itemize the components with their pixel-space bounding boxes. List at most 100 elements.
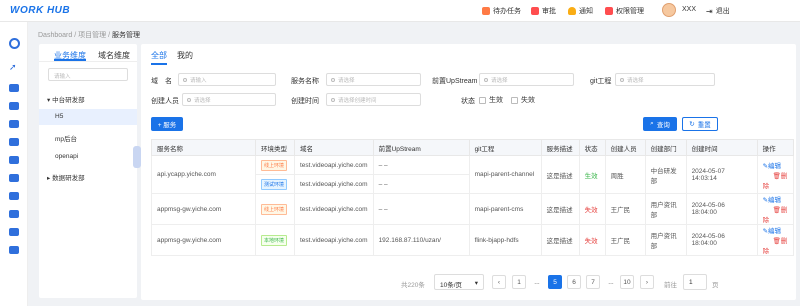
- avatar[interactable]: [662, 3, 676, 17]
- page-button[interactable]: 10: [620, 275, 634, 289]
- todo-icon: [482, 7, 490, 15]
- menu-icon-8[interactable]: [9, 210, 19, 218]
- time-picker[interactable]: 请选择创建时间: [326, 93, 421, 106]
- menu-icon-3[interactable]: [9, 120, 19, 128]
- menu-icon-9[interactable]: [9, 228, 19, 236]
- user-name[interactable]: XXX: [682, 6, 696, 13]
- tab-mine[interactable]: 我的: [177, 50, 193, 65]
- search-icon: [183, 77, 187, 82]
- tree-node-label: H5: [55, 113, 64, 120]
- cell-name: appmsg-gw.yiche.com: [151, 224, 256, 256]
- git-placeholder: 请选择: [627, 77, 644, 84]
- tree-search-input[interactable]: 请输入: [48, 68, 128, 81]
- tree-tabs: 业务维度 域名维度: [39, 44, 137, 62]
- upstream-label: 前置UpStream: [432, 78, 478, 85]
- rocket-icon[interactable]: ➚: [9, 62, 21, 72]
- delete-button[interactable]: 🗑删除: [763, 173, 788, 190]
- edit-button[interactable]: ✎编辑: [763, 228, 781, 235]
- page-button[interactable]: 1: [512, 275, 526, 289]
- env-tag: 线上环境: [261, 159, 288, 171]
- tree-node-center[interactable]: ▾ 中台研发部: [47, 94, 85, 104]
- cell-upstream: – –: [372, 155, 470, 175]
- cell-creator: 周胜: [604, 155, 646, 194]
- menu-icon-4[interactable]: [9, 138, 19, 146]
- collapse-handle[interactable]: [133, 146, 141, 168]
- page-ellipsis[interactable]: ...: [604, 275, 618, 289]
- upstream-select[interactable]: 请选择: [479, 73, 574, 86]
- main-tabs: 全部 我的: [151, 50, 193, 65]
- delete-button[interactable]: 🗑删除: [763, 238, 788, 255]
- delete-button[interactable]: 🗑删除: [763, 207, 788, 224]
- logout-button[interactable]: ⇥ 退出: [706, 6, 730, 16]
- cell-name: api.ycapp.yiche.com: [151, 155, 256, 194]
- query-button[interactable]: ⌕ 查询: [643, 117, 677, 131]
- status-ok-checkbox[interactable]: 生效: [479, 95, 503, 105]
- page-button[interactable]: 6: [567, 275, 581, 289]
- nav-approval[interactable]: 审批: [531, 6, 556, 16]
- edit-button[interactable]: ✎编辑: [763, 197, 781, 204]
- side-rail: ➚: [0, 22, 28, 306]
- tree-node-data[interactable]: ▸ 数据研发部: [47, 172, 85, 182]
- creator-select[interactable]: 请选择: [182, 93, 276, 106]
- domain-input[interactable]: 请输入: [178, 73, 276, 86]
- menu-icon-1[interactable]: [9, 84, 19, 92]
- status-bad-checkbox[interactable]: 失效: [511, 95, 535, 105]
- tab-business[interactable]: 业务维度: [54, 50, 86, 61]
- settings-icon[interactable]: [9, 38, 20, 49]
- nav-notice[interactable]: 通知: [568, 6, 593, 16]
- cell-env: 线上环境: [255, 155, 295, 175]
- reset-button[interactable]: ↻ 重置: [682, 117, 718, 131]
- th-git: git工程: [468, 139, 542, 156]
- cell-creator: 王广民: [604, 224, 646, 256]
- service-placeholder: 请选择: [338, 77, 355, 84]
- nav-todo[interactable]: 待办任务: [482, 6, 521, 16]
- cell-domain: test.videoapi.yiche.com: [294, 224, 374, 256]
- add-service-button[interactable]: + 服务: [151, 117, 183, 131]
- menu-icon-7[interactable]: [9, 192, 19, 200]
- git-select[interactable]: 请选择: [615, 73, 715, 86]
- th-time: 创建时间: [685, 139, 758, 156]
- breadcrumb-current: 服务管理: [111, 32, 140, 39]
- nav-permission[interactable]: 权限管理: [605, 6, 644, 16]
- menu-icon-2[interactable]: [9, 102, 19, 110]
- page-size-select[interactable]: 10条/页 ▾: [434, 274, 484, 290]
- tree-node-openapi[interactable]: openapi: [55, 153, 78, 160]
- goto-input[interactable]: 1: [683, 274, 707, 290]
- page-button[interactable]: 7: [586, 275, 600, 289]
- cell-dept: 用户资讯部: [644, 224, 687, 256]
- menu-icon-5[interactable]: [9, 156, 19, 164]
- permission-icon: [605, 7, 613, 15]
- env-tag: 线上环境: [261, 203, 288, 215]
- page-ellipsis[interactable]: ...: [530, 275, 544, 289]
- breadcrumb-sep: /: [74, 32, 77, 39]
- app-logo[interactable]: WORK HUB: [10, 5, 70, 16]
- menu-icon-10[interactable]: [9, 246, 19, 254]
- cell-upstream: – –: [372, 174, 470, 194]
- prev-page-button[interactable]: ‹: [492, 275, 506, 289]
- cell-git: mapi-parent-channel: [468, 155, 542, 194]
- next-page-button[interactable]: ›: [640, 275, 654, 289]
- service-select[interactable]: 请选择: [326, 73, 421, 86]
- breadcrumb-project[interactable]: 项目管理: [78, 32, 106, 39]
- tree-node-mp[interactable]: mp后台: [55, 133, 77, 143]
- th-name: 服务名称: [151, 139, 256, 156]
- env-tag: 本地环境: [261, 234, 288, 246]
- page-button-current[interactable]: 5: [548, 275, 562, 289]
- breadcrumb-dashboard[interactable]: Dashboard: [38, 32, 72, 39]
- tab-domain[interactable]: 域名维度: [98, 50, 130, 61]
- trash-icon: 🗑: [772, 172, 781, 180]
- cell-env: 本地环境: [255, 224, 295, 256]
- page-size-value: 10条/页: [440, 282, 463, 289]
- top-header: WORK HUB 待办任务 审批 通知 权限管理 XXX ⇥ 退出: [0, 0, 800, 22]
- tree-node-h5[interactable]: H5: [39, 109, 137, 125]
- search-icon: ⌕: [650, 120, 654, 127]
- tab-all[interactable]: 全部: [151, 50, 167, 65]
- edit-button[interactable]: ✎编辑: [763, 163, 781, 170]
- trash-icon: 🗑: [772, 238, 781, 245]
- menu-icon-6[interactable]: [9, 174, 19, 182]
- cell-actions: ✎编辑 🗑删除: [756, 224, 795, 256]
- service-table: 服务名称 环境类型 域名 前置UpStream git工程 服务描述 状态 创建…: [151, 139, 795, 256]
- cell-actions: ✎编辑 🗑删除: [756, 193, 795, 225]
- tree-node-label: 中台研发部: [52, 97, 85, 104]
- cell-domain: test.videoapi.yiche.com: [294, 174, 374, 194]
